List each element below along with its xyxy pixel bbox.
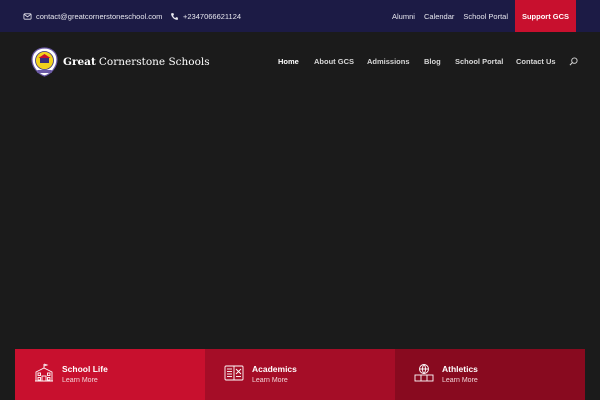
card-title: Academics xyxy=(252,364,297,374)
search-icon[interactable] xyxy=(569,57,578,66)
toplink-school-portal[interactable]: School Portal xyxy=(463,12,508,21)
school-building-icon xyxy=(35,363,53,382)
card-learn-more-link[interactable]: Learn More xyxy=(62,377,98,384)
card-academics[interactable]: Academics Learn More xyxy=(205,349,395,400)
open-book-icon xyxy=(224,365,244,381)
card-athletics[interactable]: Athletics Learn More xyxy=(395,349,585,400)
sports-ball-icon xyxy=(414,364,434,382)
contact-phone-text: +2347066621124 xyxy=(183,11,242,21)
contact-email[interactable]: contact@greatcornerstoneschool.com xyxy=(23,0,162,32)
top-links: Alumni Calendar School Portal xyxy=(392,0,508,32)
contact-phone[interactable]: +2347066621124 xyxy=(170,0,241,32)
hero-banner xyxy=(0,32,600,400)
envelope-icon xyxy=(23,12,32,20)
toplink-alumni[interactable]: Alumni xyxy=(392,12,415,21)
feature-cards: School Life Learn More Academics Learn M… xyxy=(15,349,585,400)
card-learn-more-link[interactable]: Learn More xyxy=(442,377,478,384)
card-school-life[interactable]: School Life Learn More xyxy=(15,349,205,400)
support-gcs-button[interactable]: Support GCS xyxy=(515,0,576,32)
phone-icon xyxy=(171,12,178,20)
card-title: Athletics xyxy=(442,364,478,374)
contact-email-text: contact@greatcornerstoneschool.com xyxy=(36,11,163,21)
nav-active-indicator xyxy=(0,55,600,69)
card-title: School Life xyxy=(62,364,108,374)
top-bar: contact@greatcornerstoneschool.com +2347… xyxy=(0,0,600,32)
toplink-calendar[interactable]: Calendar xyxy=(424,12,454,21)
card-learn-more-link[interactable]: Learn More xyxy=(252,377,288,384)
